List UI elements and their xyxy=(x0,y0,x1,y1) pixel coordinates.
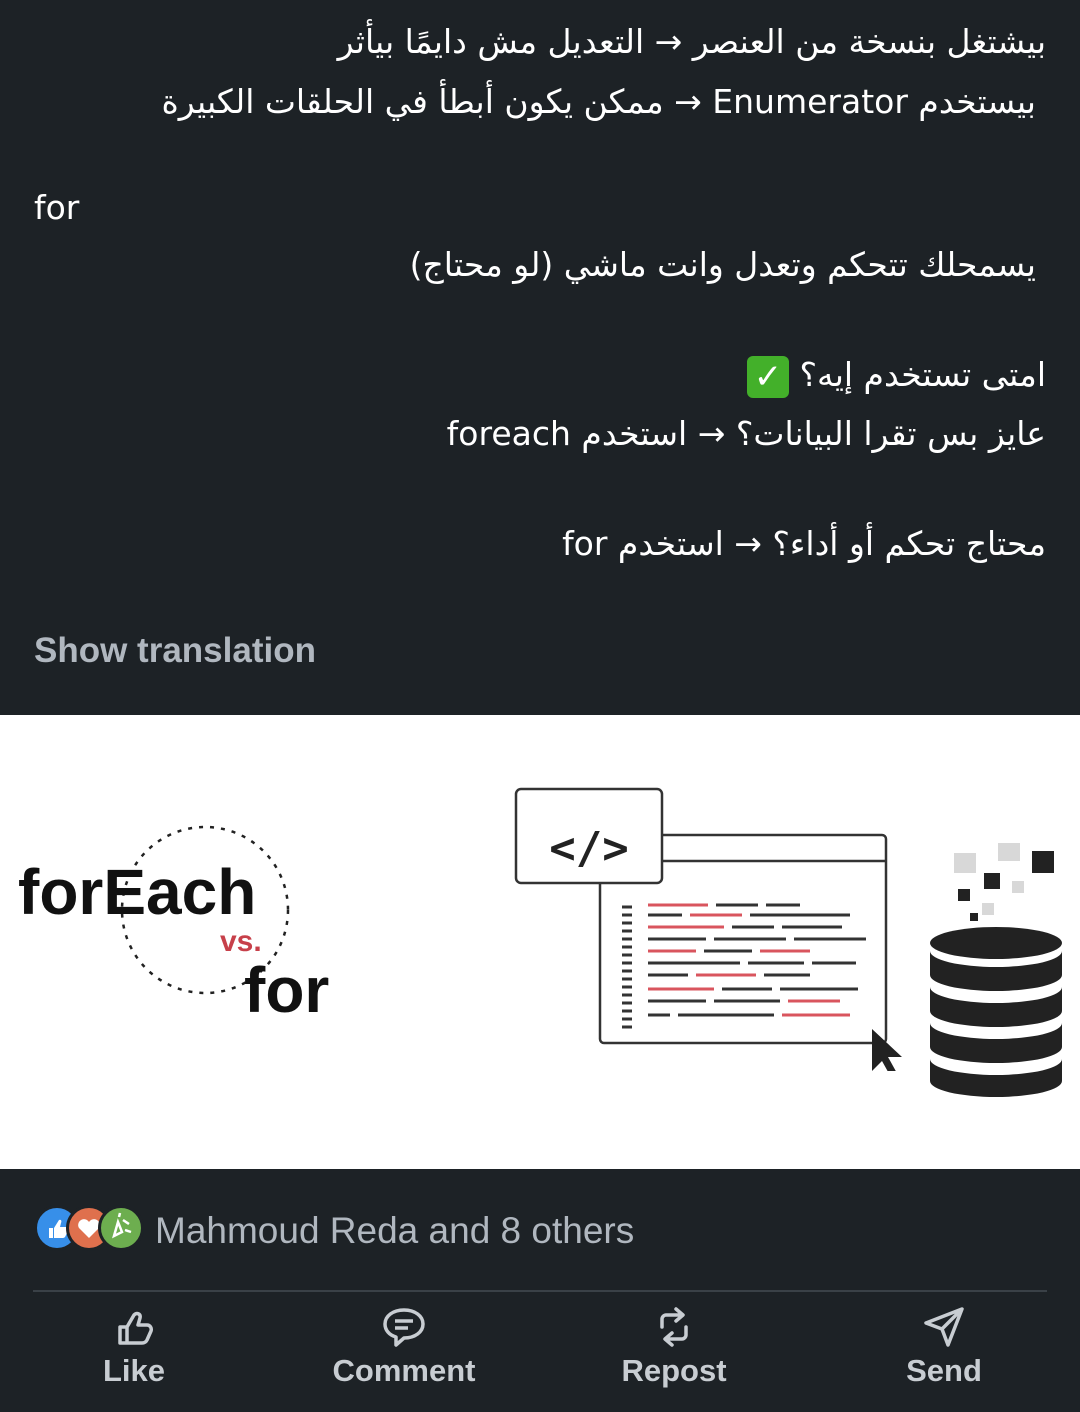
comment-button[interactable]: Comment xyxy=(294,1305,514,1389)
post-image[interactable]: forEach vs. for </> xyxy=(0,715,1080,1169)
post-line-6: عايز بس تقرا البيانات؟ → استخدم foreach xyxy=(446,414,1046,453)
like-button[interactable]: Like xyxy=(24,1305,244,1389)
repost-icon xyxy=(660,1307,688,1347)
post-line-2: بيستخدم Enumerator → ممكن يكون أبطأ في ا… xyxy=(161,82,1036,121)
database-icon xyxy=(930,843,1062,1097)
comment-icon xyxy=(383,1308,425,1347)
post-line-7: محتاج تحكم أو أداء؟ → استخدم for xyxy=(562,524,1046,563)
post-line-3: for xyxy=(34,188,80,227)
celebrate-icon xyxy=(98,1205,144,1251)
code-tag-icon: </> xyxy=(549,823,629,874)
send-button[interactable]: Send xyxy=(834,1305,1054,1389)
reactions-text[interactable]: Mahmoud Reda and 8 others xyxy=(155,1208,634,1254)
post-line-1: بيشتغل بنسخة من العنصر → التعديل مش دايم… xyxy=(337,22,1046,61)
title-foreach: forEach xyxy=(18,856,257,928)
check-mark-icon: ✓ xyxy=(747,355,789,398)
post-line-4: يسمحلك تتحكم وتعدل وانت ماشي (لو محتاج) xyxy=(409,245,1036,284)
comment-label: Comment xyxy=(332,1353,476,1388)
send-icon xyxy=(924,1307,964,1347)
like-label: Like xyxy=(102,1353,166,1388)
send-label: Send xyxy=(906,1353,982,1388)
post-text: بيشتغل بنسخة من العنصر → التعديل مش دايم… xyxy=(0,0,1080,715)
divider xyxy=(33,1290,1047,1292)
post-line-5-text: امتى تستخدم إيه؟ xyxy=(799,355,1047,394)
post-line-5: امتى تستخدم إيه؟ ✓ xyxy=(737,353,1046,398)
title-for: for xyxy=(244,954,330,1026)
thumbs-up-icon xyxy=(118,1311,153,1345)
show-translation-link[interactable]: Show translation xyxy=(34,628,316,674)
repost-button[interactable]: Repost xyxy=(564,1305,784,1389)
repost-label: Repost xyxy=(621,1353,727,1388)
